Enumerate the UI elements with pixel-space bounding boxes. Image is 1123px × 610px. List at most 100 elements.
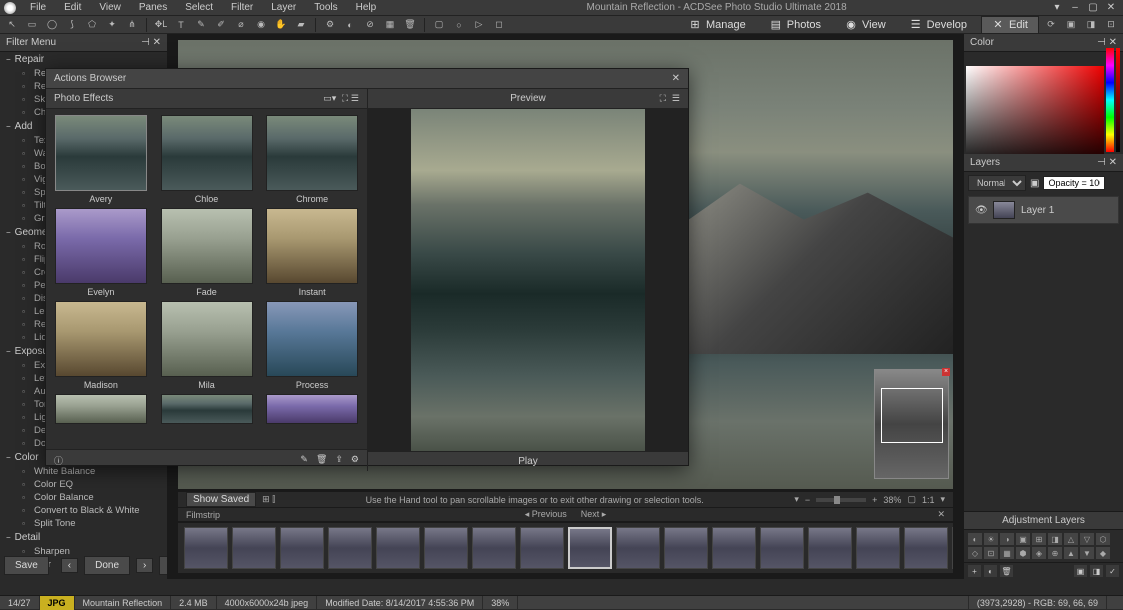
adj-toggle1-icon[interactable]: ▣ xyxy=(1074,565,1087,577)
mode-manage[interactable]: ⊞Manage xyxy=(679,17,756,33)
save-button[interactable]: Save xyxy=(4,556,49,575)
filmstrip-thumb[interactable] xyxy=(568,527,612,569)
pin-icon[interactable]: ⊣ ✕ xyxy=(1097,37,1117,48)
adjustment-icon[interactable]: ▦ xyxy=(1000,547,1014,559)
filter-item[interactable]: ▫Convert to Black & White xyxy=(0,504,167,517)
menu-view[interactable]: View xyxy=(91,1,129,14)
filmstrip-thumb[interactable] xyxy=(424,527,468,569)
show-saved-button[interactable]: Show Saved xyxy=(186,492,256,507)
adjustment-icon[interactable]: ⊡ xyxy=(984,547,998,559)
filmstrip-thumb[interactable] xyxy=(232,527,276,569)
filmstrip-close-icon[interactable]: ✕ xyxy=(937,509,945,520)
adjustment-icon[interactable]: ◨ xyxy=(1048,533,1062,545)
zoom-actual-icon[interactable]: 1:1 xyxy=(922,495,935,505)
menu-edit[interactable]: Edit xyxy=(56,1,89,14)
zoom-arrow-icon[interactable]: ▾ xyxy=(794,494,799,505)
histogram-icon[interactable]: ⊞ ⫿ xyxy=(262,494,275,505)
mode-develop[interactable]: ☰Develop xyxy=(900,17,977,33)
filmstrip-thumb[interactable] xyxy=(520,527,564,569)
adj-del-icon[interactable]: 🗑 xyxy=(1000,565,1013,577)
tool-invert-icon[interactable]: ⊘ xyxy=(362,18,378,32)
preset-thumb[interactable] xyxy=(266,301,358,377)
adj-toggle2-icon[interactable]: ◨ xyxy=(1090,565,1103,577)
done-button[interactable]: Done xyxy=(84,556,130,575)
mode-edit[interactable]: ✕Edit xyxy=(981,16,1039,34)
filmstrip-thumb[interactable] xyxy=(712,527,756,569)
layer-row[interactable]: 👁 Layer 1 xyxy=(968,196,1119,224)
adjustment-icon[interactable]: ▣ xyxy=(1016,533,1030,545)
adjustment-icon[interactable]: ⬢ xyxy=(1016,547,1030,559)
layer-visibility-icon[interactable]: 👁 xyxy=(975,205,987,216)
tool-gear-icon[interactable]: ⚙ xyxy=(322,18,338,32)
adjustment-icon[interactable]: ◈ xyxy=(1032,547,1046,559)
tool-ellipse-icon[interactable]: ◯ xyxy=(44,18,60,32)
category-dropdown-icon[interactable]: ▭▾ xyxy=(323,93,336,103)
layer-name[interactable]: Layer 1 xyxy=(1021,205,1054,216)
adj-mask-icon[interactable]: ◐ xyxy=(984,565,997,577)
tool-stop-icon[interactable]: ◻ xyxy=(491,18,507,32)
tool-pointer-icon[interactable]: ↖ xyxy=(4,18,20,32)
prev-button[interactable]: ‹ xyxy=(61,558,78,573)
preset-thumb[interactable] xyxy=(55,208,147,284)
tool-wand-icon[interactable]: ✦ xyxy=(104,18,120,32)
filmstrip-next[interactable]: Next ▸ xyxy=(581,509,607,520)
value-slider[interactable] xyxy=(1116,48,1120,152)
adjustment-icon[interactable]: ◐ xyxy=(968,533,982,545)
export-preset-icon[interactable]: ⇪ xyxy=(335,454,343,467)
preset-thumb[interactable] xyxy=(161,301,253,377)
menu-panes[interactable]: Panes xyxy=(131,1,175,14)
tool-rect-icon[interactable]: ▢ xyxy=(431,18,447,32)
tool-brush-sel-icon[interactable]: ⋔ xyxy=(124,18,140,32)
minimize-icon[interactable]: – xyxy=(1067,2,1083,14)
settings-preset-icon[interactable]: ⚙ xyxy=(351,454,359,467)
play-button[interactable]: Play xyxy=(518,456,537,467)
adjustment-icon[interactable]: ▲ xyxy=(1064,547,1078,559)
filter-group-head[interactable]: − Repair xyxy=(0,52,167,67)
zoom-minus-icon[interactable]: − xyxy=(805,495,810,505)
opacity-input[interactable] xyxy=(1043,176,1105,190)
edit-preset-icon[interactable]: ✎ xyxy=(300,454,308,467)
preset-thumb[interactable] xyxy=(161,394,253,424)
adjustment-icon[interactable]: ▽ xyxy=(1080,533,1094,545)
filmstrip-thumb[interactable] xyxy=(328,527,372,569)
pin-icon[interactable]: ⊣ ✕ xyxy=(1097,157,1117,168)
preset-category[interactable]: Photo Effects xyxy=(54,93,113,104)
adj-add-icon[interactable]: + xyxy=(968,565,981,577)
adjustment-icon[interactable]: ◇ xyxy=(968,547,982,559)
menu-select[interactable]: Select xyxy=(177,1,221,14)
navigator-close-icon[interactable]: × xyxy=(942,368,950,376)
menu-filter[interactable]: Filter xyxy=(223,1,261,14)
filmstrip-thumb[interactable] xyxy=(904,527,948,569)
adjustment-icon[interactable]: ◆ xyxy=(1096,547,1110,559)
zoom-plus-icon[interactable]: + xyxy=(872,495,877,505)
close-icon[interactable]: ✕ xyxy=(1103,2,1119,14)
tool-misc1-icon[interactable]: ⟳ xyxy=(1043,18,1059,32)
tool-marquee-icon[interactable]: ▭ xyxy=(24,18,40,32)
opacity-icon[interactable]: ▣ xyxy=(1030,178,1039,189)
preview-max-icon[interactable]: ⛶ xyxy=(660,93,666,104)
zoom-slider[interactable] xyxy=(816,498,866,502)
filmstrip-thumb[interactable] xyxy=(952,527,953,569)
adjustment-icon[interactable]: ◑ xyxy=(1000,533,1014,545)
dropdown-icon[interactable]: ▾ xyxy=(1049,2,1065,14)
preset-thumb[interactable] xyxy=(266,208,358,284)
zoom-fit-icon[interactable]: ▢ xyxy=(907,494,916,505)
tool-misc3-icon[interactable]: ◨ xyxy=(1083,18,1099,32)
menu-tools[interactable]: Tools xyxy=(306,1,345,14)
pin-icon[interactable]: ⊣ ✕ xyxy=(141,37,161,48)
filmstrip-thumb[interactable] xyxy=(376,527,420,569)
filmstrip[interactable] xyxy=(178,523,953,573)
tool-trash-icon[interactable]: 🗑 xyxy=(402,18,418,32)
filmstrip-thumb[interactable] xyxy=(808,527,852,569)
tool-heal-icon[interactable]: ⌀ xyxy=(233,18,249,32)
tool-misc4-icon[interactable]: ⊡ xyxy=(1103,18,1119,32)
tool-text-icon[interactable]: T xyxy=(173,18,189,32)
adjustment-icon[interactable]: ☀ xyxy=(984,533,998,545)
preset-thumb[interactable] xyxy=(55,394,147,424)
help-icon[interactable]: ⓘ xyxy=(54,454,63,467)
navigator-panel[interactable]: × xyxy=(874,369,949,479)
adjustment-icon[interactable]: ▼ xyxy=(1080,547,1094,559)
filmstrip-prev[interactable]: ◂ Previous xyxy=(525,509,567,520)
adjustment-icon[interactable]: ⊞ xyxy=(1032,533,1046,545)
preset-thumb[interactable] xyxy=(266,115,358,191)
